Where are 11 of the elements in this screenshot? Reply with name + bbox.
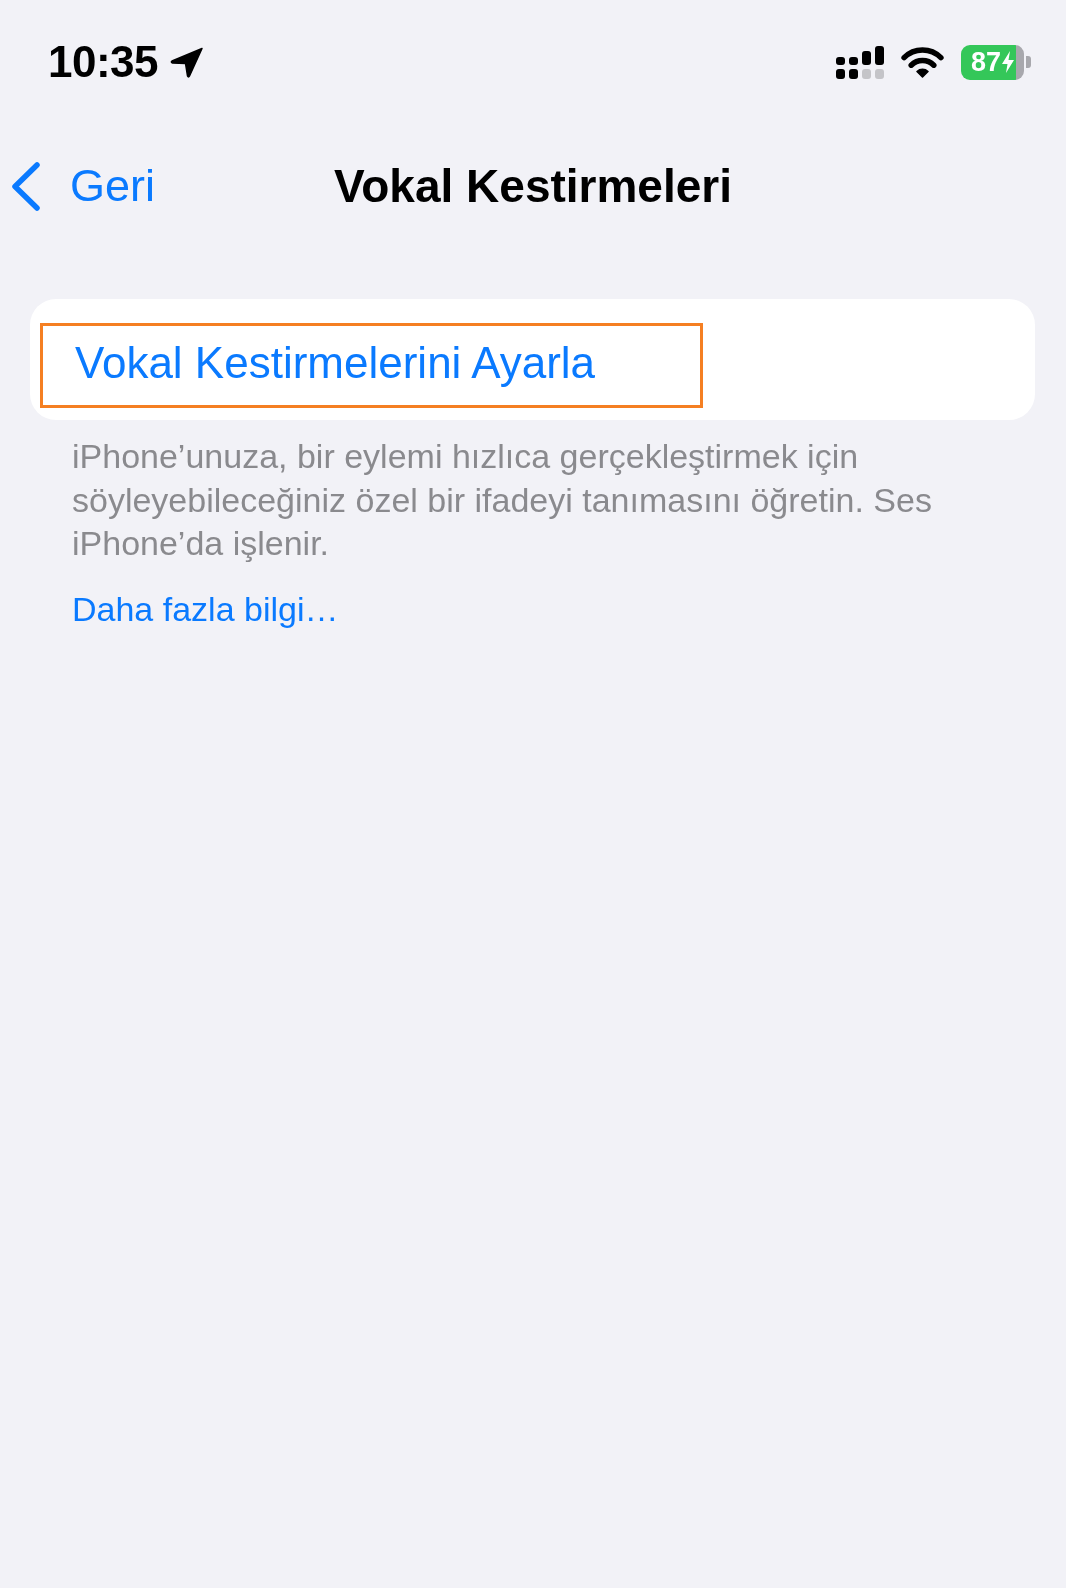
settings-row[interactable]: Vokal Kestirmelerini Ayarla [30,329,596,390]
status-time: 10:35 [48,37,159,87]
wifi-icon [900,46,945,78]
page-title: Vokal Kestirmeleri [334,159,732,213]
learn-more-link[interactable]: Daha fazla bilgi… [72,587,339,631]
footer-description: iPhone’unuza, bir eylemi hızlıca gerçekleştirmek için söyleyebileceğiniz özel bir ifadeyi tanımasını öğretin. Ses iPhone’da işlenir. [72,436,933,564]
battery-percentage: 87 [970,48,1001,76]
signal-icon [836,45,884,79]
chevron-left-icon [10,160,42,212]
back-button[interactable]: Geri [0,160,155,212]
battery-tip-icon [1026,56,1031,68]
